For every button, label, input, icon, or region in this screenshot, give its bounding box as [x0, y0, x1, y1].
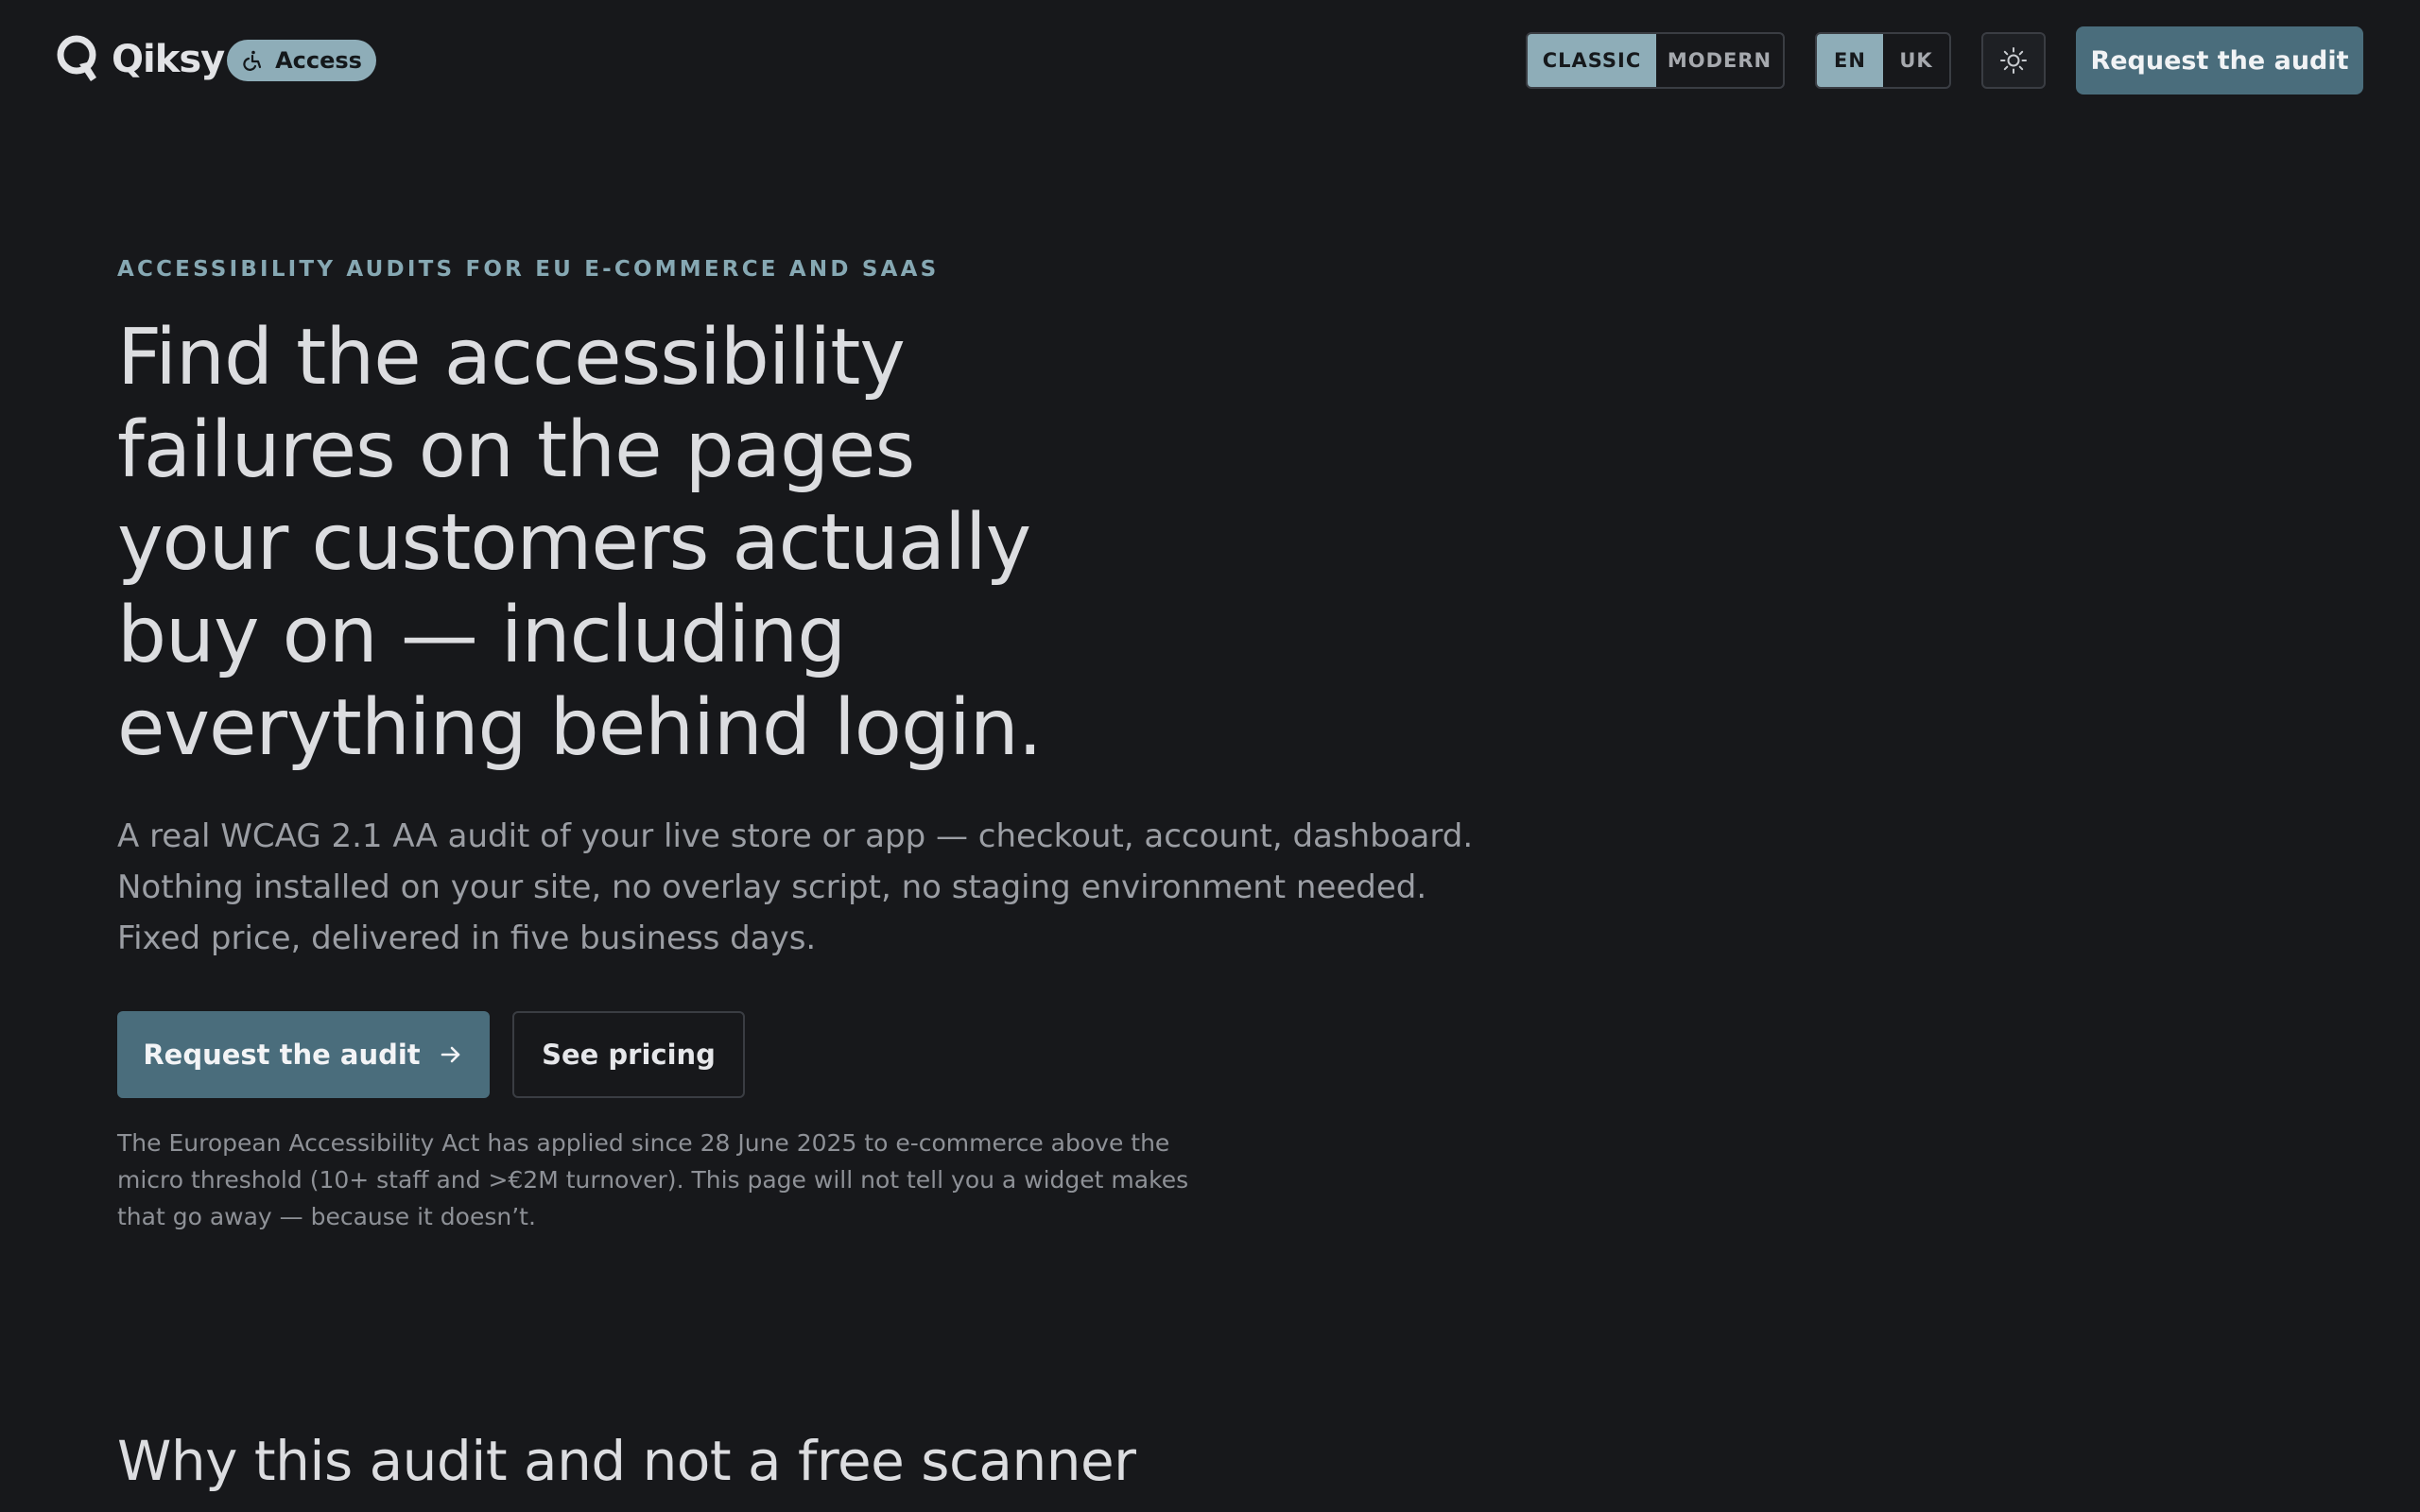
- hero-request-audit-button[interactable]: Request the audit: [117, 1011, 490, 1098]
- access-label: Access: [275, 47, 362, 74]
- hero-title-line: everything behind login.: [117, 683, 1043, 773]
- hero-title-line: failures on the pages: [117, 405, 915, 495]
- hero-request-audit-label: Request the audit: [143, 1039, 421, 1071]
- eaa-note-line: The European Accessibility Act has appli…: [117, 1129, 1170, 1157]
- style-toggle: CLASSIC MODERN: [1526, 32, 1785, 89]
- eaa-note-line: micro threshold (10+ staff and >€2M turn…: [117, 1166, 1189, 1194]
- language-toggle: EN UK: [1815, 32, 1951, 89]
- sun-icon: [2000, 47, 2027, 74]
- accessibility-menu-button[interactable]: Access: [227, 40, 376, 81]
- see-pricing-button[interactable]: See pricing: [512, 1011, 745, 1098]
- hero-title-line: buy on — including: [117, 591, 846, 680]
- hero-description-line: Fixed price, delivered in five business …: [117, 919, 817, 957]
- why-audit-heading: Why this audit and not a free scanner: [117, 1429, 1136, 1493]
- style-option-classic[interactable]: CLASSIC: [1528, 34, 1656, 87]
- site-header: Qiksy Access CLASSIC MODERN EN UK Reques…: [0, 0, 2420, 121]
- hero-description-line: A real WCAG 2.1 AA audit of your live st…: [117, 817, 1474, 855]
- hero-description-line: Nothing installed on your site, no overl…: [117, 868, 1427, 906]
- eaa-note: The European Accessibility Act has appli…: [117, 1125, 1252, 1235]
- hero-title-line: your customers actually: [117, 498, 1031, 588]
- hero-description: A real WCAG 2.1 AA audit of your live st…: [117, 811, 1554, 964]
- hero-title-line: Find the accessibility: [117, 313, 906, 403]
- brand-logo[interactable]: Qiksy: [55, 34, 225, 85]
- arrow-right-icon: [441, 1046, 459, 1063]
- style-option-modern[interactable]: MODERN: [1656, 34, 1783, 87]
- lang-option-en[interactable]: EN: [1817, 34, 1883, 87]
- brand-name: Qiksy: [112, 38, 225, 81]
- header-request-audit-button[interactable]: Request the audit: [2076, 26, 2363, 94]
- qiksy-logo-icon: [57, 35, 96, 81]
- hero-eyebrow: ACCESSIBILITY AUDITS FOR EU E-COMMERCE A…: [117, 257, 940, 282]
- lang-option-uk[interactable]: UK: [1883, 34, 1949, 87]
- wheelchair-icon: [243, 50, 262, 71]
- theme-toggle-button[interactable]: [1981, 32, 2046, 89]
- hero-title: Find the accessibility failures on the p…: [117, 312, 1138, 775]
- eaa-note-line: that go away — because it doesn’t.: [117, 1203, 536, 1230]
